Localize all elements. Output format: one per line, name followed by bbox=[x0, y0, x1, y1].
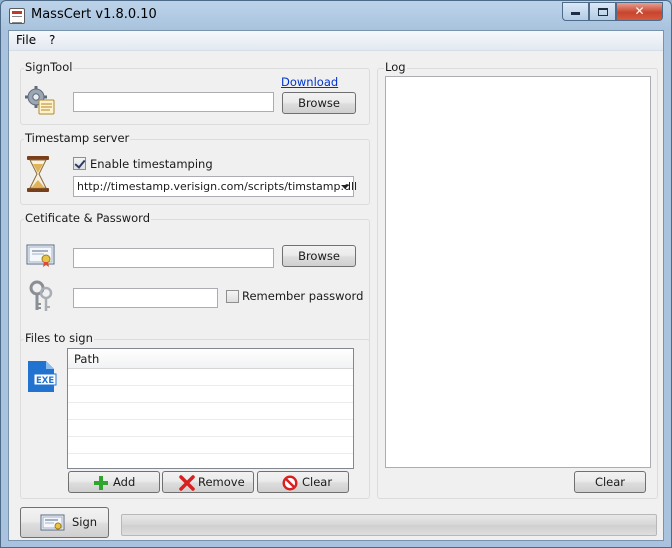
sign-button[interactable]: Sign bbox=[20, 507, 109, 538]
add-button[interactable]: Add bbox=[68, 471, 160, 493]
password-input[interactable] bbox=[73, 288, 218, 308]
list-item[interactable] bbox=[68, 420, 353, 437]
signtool-gear-icon bbox=[25, 85, 57, 117]
close-icon: ✕ bbox=[634, 4, 645, 18]
enable-timestamping-checkbox[interactable] bbox=[73, 157, 86, 170]
menu-bar: File ? bbox=[9, 31, 663, 51]
files-clear-button[interactable]: Clear bbox=[257, 471, 349, 493]
list-item[interactable] bbox=[68, 386, 353, 403]
minimize-icon bbox=[571, 12, 580, 15]
path-column-header[interactable]: Path bbox=[74, 352, 99, 366]
progress-bar bbox=[121, 514, 657, 536]
remove-label: Remove bbox=[198, 475, 245, 489]
window-title: MassCert v1.8.0.10 bbox=[31, 7, 157, 22]
list-item[interactable] bbox=[68, 403, 353, 420]
timestamp-label: Timestamp server bbox=[24, 131, 131, 145]
certificate-label: Cetificate & Password bbox=[24, 211, 152, 225]
client-area: File ? SignTool Download Browse Timestam… bbox=[8, 30, 664, 541]
main-window: MassCert v1.8.0.10 ✕ File ? SignTool Dow… bbox=[0, 0, 672, 548]
certificate-browse-button[interactable]: Browse bbox=[282, 245, 356, 267]
enable-timestamping-label: Enable timestamping bbox=[90, 157, 213, 171]
certificate-icon bbox=[26, 244, 56, 268]
files-clear-label: Clear bbox=[302, 475, 333, 489]
files-list[interactable]: Path bbox=[67, 348, 354, 469]
maximize-icon bbox=[597, 8, 608, 16]
log-textarea[interactable] bbox=[385, 76, 651, 468]
svg-text:EXE: EXE bbox=[36, 376, 54, 386]
red-x-icon bbox=[179, 475, 195, 491]
title-bar[interactable]: MassCert v1.8.0.10 ✕ bbox=[1, 1, 671, 30]
hourglass-icon bbox=[26, 156, 50, 192]
close-button[interactable]: ✕ bbox=[616, 2, 663, 21]
timestamp-server-select[interactable]: http://timestamp.verisign.com/scripts/ti… bbox=[73, 176, 358, 197]
sign-label: Sign bbox=[72, 515, 98, 529]
keys-icon bbox=[28, 280, 54, 312]
chevron-down-icon bbox=[341, 185, 349, 189]
signtool-label: SignTool bbox=[24, 60, 74, 74]
remember-password-checkbox[interactable] bbox=[226, 290, 239, 303]
files-list-header[interactable]: Path bbox=[68, 349, 353, 369]
list-item[interactable] bbox=[68, 369, 353, 386]
remove-button[interactable]: Remove bbox=[162, 471, 254, 493]
plus-icon bbox=[94, 476, 108, 490]
maximize-button[interactable] bbox=[589, 2, 616, 21]
exe-file-icon: EXE bbox=[26, 360, 58, 394]
no-entry-icon bbox=[282, 475, 298, 491]
certificate-group bbox=[20, 219, 370, 347]
timestamp-server-value: http://timestamp.verisign.com/scripts/ti… bbox=[77, 180, 358, 193]
minimize-button[interactable] bbox=[562, 2, 589, 21]
app-icon bbox=[9, 8, 25, 24]
download-link[interactable]: Download bbox=[281, 75, 338, 89]
remember-password-label: Remember password bbox=[242, 289, 364, 303]
signtool-browse-button[interactable]: Browse bbox=[282, 92, 356, 114]
certificate-path-input[interactable] bbox=[73, 248, 274, 268]
certificate-sign-icon bbox=[40, 514, 65, 531]
menu-file[interactable]: File bbox=[14, 33, 38, 47]
files-label: Files to sign bbox=[24, 331, 94, 345]
add-label: Add bbox=[113, 475, 136, 489]
list-item[interactable] bbox=[68, 437, 353, 454]
signtool-path-input[interactable] bbox=[73, 92, 274, 112]
log-clear-button[interactable]: Clear bbox=[574, 471, 646, 493]
log-label: Log bbox=[384, 60, 407, 74]
menu-help[interactable]: ? bbox=[47, 33, 57, 47]
